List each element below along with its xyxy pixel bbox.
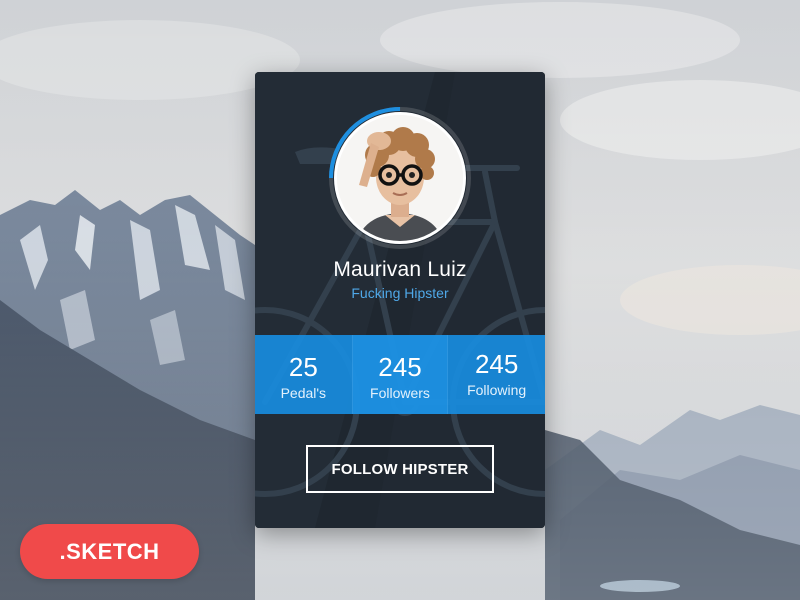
stat-pedals[interactable]: 25 Pedal's xyxy=(255,335,352,414)
profile-card: Maurivan Luiz Fucking Hipster 25 Pedal's… xyxy=(255,72,545,528)
follow-button[interactable]: FOLLOW HIPSTER xyxy=(306,445,494,493)
avatar-photo xyxy=(337,115,463,241)
stat-value: 245 xyxy=(474,349,519,379)
stat-label: Pedal's xyxy=(280,385,327,401)
avatar-container xyxy=(328,106,472,250)
stats-bar: 25 Pedal's 245 Followers 245 Following xyxy=(255,335,545,414)
stat-value: 245 xyxy=(378,352,422,382)
sketch-badge[interactable]: .SKETCH xyxy=(20,524,199,579)
avatar[interactable] xyxy=(334,112,466,244)
stat-label: Followers xyxy=(370,385,430,401)
stat-value: 25 xyxy=(288,352,318,382)
profile-subtitle: Fucking Hipster xyxy=(351,285,449,301)
profile-name: Maurivan Luiz xyxy=(333,258,467,281)
stat-following[interactable]: 245 Following xyxy=(448,335,545,414)
stat-label: Following xyxy=(467,382,527,398)
stat-followers[interactable]: 245 Followers xyxy=(351,335,449,414)
